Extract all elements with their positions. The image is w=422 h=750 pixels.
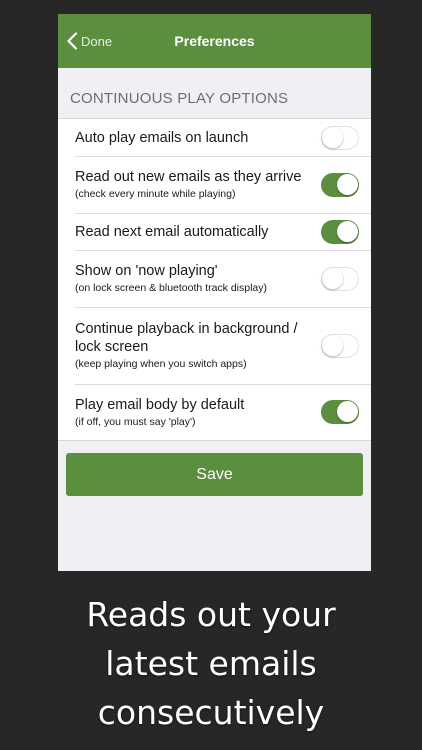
section-header: CONTINUOUS PLAY OPTIONS — [70, 90, 289, 107]
setting-row-auto-play: Auto play emails on launch — [58, 119, 371, 156]
setting-sublabel: (if off, you must say 'play') — [75, 415, 196, 428]
caption-line-2: latest emails — [105, 644, 317, 683]
setting-row-read-next: Read next email automatically — [58, 213, 371, 250]
toggle-knob — [322, 267, 343, 289]
auto-play-toggle[interactable] — [321, 125, 359, 150]
setting-sublabel: (check every minute while playing) — [75, 188, 236, 200]
setting-label: Show on 'now playing' — [75, 263, 218, 279]
setting-row-now-playing: Show on 'now playing' (on lock screen & … — [58, 250, 371, 307]
app-screen: Done Preferences CONTINUOUS PLAY OPTIONS… — [58, 14, 371, 571]
setting-row-play-body: Play email body by default (if off, you … — [58, 384, 371, 440]
save-button[interactable]: Save — [66, 453, 363, 496]
setting-label: Auto play emails on launch — [75, 129, 249, 146]
page-title: Preferences — [174, 33, 255, 49]
setting-label: Play email body by default — [75, 396, 245, 413]
read-next-toggle[interactable] — [321, 219, 359, 244]
setting-label: Continue playback in background / lock s… — [75, 321, 298, 355]
nav-bar: Done Preferences — [58, 14, 371, 68]
promo-caption: Reads out your latest emails consecutive… — [0, 590, 422, 737]
settings-list: Auto play emails on launch Read out new … — [58, 118, 371, 441]
setting-sublabel: (keep playing when you switch apps) — [75, 358, 247, 370]
setting-sublabel: (on lock screen & bluetooth track displa… — [75, 282, 268, 294]
background-playback-toggle[interactable] — [321, 333, 359, 358]
setting-row-background: Continue playback in background / lock s… — [58, 307, 371, 384]
play-body-toggle[interactable] — [321, 400, 359, 424]
caption-line-3: consecutively — [97, 693, 325, 732]
toggle-knob — [322, 334, 343, 356]
caption-line-1: Reads out your — [86, 595, 336, 634]
setting-label: Read next email automatically — [75, 223, 269, 240]
now-playing-toggle[interactable] — [321, 266, 359, 291]
toggle-knob — [337, 401, 358, 422]
read-new-toggle[interactable] — [321, 172, 359, 197]
setting-label: Read out new emails as they arrive — [75, 169, 302, 185]
toggle-knob — [337, 220, 358, 242]
toggle-knob — [337, 173, 358, 195]
setting-row-read-new: Read out new emails as they arrive (chec… — [58, 156, 371, 213]
toggle-knob — [322, 126, 343, 148]
